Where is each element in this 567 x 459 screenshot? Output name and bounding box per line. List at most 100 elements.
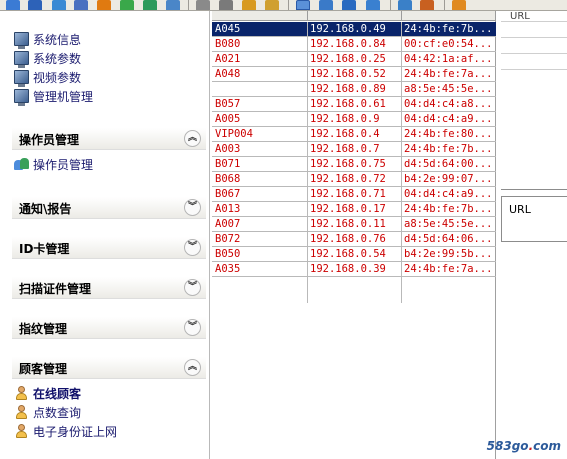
cell-ip: 192.168.0.84 bbox=[310, 38, 386, 50]
table-row[interactable]: B068 192.168.0.72 b4:2e:99:07... bbox=[212, 172, 496, 187]
map-icon[interactable] bbox=[319, 0, 333, 10]
section-header-notifications[interactable]: 通知\报告 ︾ bbox=[12, 197, 206, 219]
tools-icon[interactable] bbox=[420, 0, 434, 10]
table-row[interactable]: A013 192.168.0.17 24:4b:fe:7b... bbox=[212, 202, 496, 217]
table-row[interactable]: B071 192.168.0.75 d4:5d:64:00... bbox=[212, 157, 496, 172]
cell-mac: a8:5e:45:5e... bbox=[404, 83, 493, 95]
app-window: 系统信息 系统参数 视频参数 管理机管理 操作员管理 ︽ 操作员管理 通知\报告… bbox=[0, 0, 567, 459]
url-column-header[interactable]: URL bbox=[510, 11, 530, 22]
table-row[interactable]: B057 192.168.0.61 04:d4:c4:a8... bbox=[212, 97, 496, 112]
column-header-mac[interactable] bbox=[402, 11, 496, 20]
cell-mac: 24:4b:fe:7a... bbox=[404, 263, 493, 275]
monitor-icon bbox=[14, 32, 29, 49]
cell-mac: 04:d4:c4:a8... bbox=[404, 98, 493, 110]
cell-mac: 04:d4:c4:a9... bbox=[404, 188, 493, 200]
column-divider bbox=[307, 22, 308, 303]
table-row[interactable]: A035 192.168.0.39 24:4b:fe:7a... bbox=[212, 262, 496, 277]
section-header-operators[interactable]: 操作员管理 ︽ bbox=[12, 128, 206, 150]
toolbar-separator bbox=[444, 0, 445, 10]
section-header-customers[interactable]: 顾客管理 ︽ bbox=[12, 357, 206, 379]
table-row[interactable]: VIP004 192.168.0.4 24:4b:fe:80... bbox=[212, 127, 496, 142]
column-header-name[interactable] bbox=[212, 11, 308, 20]
chevron-down-icon[interactable]: ︾ bbox=[184, 279, 201, 296]
section-header-fingerprints[interactable]: 指纹管理 ︾ bbox=[12, 317, 206, 339]
refresh-icon[interactable] bbox=[52, 0, 66, 10]
cell-name: B067 bbox=[215, 188, 241, 200]
view-icon[interactable] bbox=[265, 0, 279, 10]
section-title: 操作员管理 bbox=[19, 133, 80, 147]
sidebar-item-label: 管理机管理 bbox=[33, 90, 94, 104]
close-icon[interactable] bbox=[452, 0, 466, 10]
table-body: A045 192.168.0.49 24:4b:fe:7b... B080 192.16… bbox=[212, 22, 496, 277]
chat-icon[interactable] bbox=[120, 0, 134, 10]
cell-mac: 24:4b:fe:7b... bbox=[404, 23, 493, 35]
table-row[interactable]: A048 192.168.0.52 24:4b:fe:7a... bbox=[212, 67, 496, 82]
person-icon bbox=[14, 405, 29, 419]
cell-ip: 192.168.0.54 bbox=[310, 248, 386, 260]
column-header-ip[interactable] bbox=[308, 11, 402, 20]
table-row[interactable]: B067 192.168.0.71 04:d4:c4:a9... bbox=[212, 187, 496, 202]
cell-ip: 192.168.0.75 bbox=[310, 158, 386, 170]
table-row[interactable]: B072 192.168.0.76 d4:5d:64:06... bbox=[212, 232, 496, 247]
toolbar-separator bbox=[188, 0, 189, 10]
table-row[interactable]: A003 192.168.0.7 24:4b:fe:7b... bbox=[212, 142, 496, 157]
watermark-text: com bbox=[533, 439, 561, 453]
table-row[interactable]: A045 192.168.0.49 24:4b:fe:7b... bbox=[212, 22, 496, 37]
cell-mac: d4:5d:64:00... bbox=[404, 158, 493, 170]
cell-ip: 192.168.0.25 bbox=[310, 53, 386, 65]
monitor-icon bbox=[14, 70, 29, 87]
grid-line bbox=[501, 53, 567, 54]
toolbar-separator bbox=[390, 0, 391, 10]
search-icon[interactable] bbox=[398, 0, 412, 10]
table-row[interactable]: B080 192.168.0.84 00:cf:e0:54... bbox=[212, 37, 496, 52]
section-header-id-cards[interactable]: ID卡管理 ︾ bbox=[12, 237, 206, 259]
monitor-icon bbox=[14, 89, 29, 106]
chevron-up-icon[interactable]: ︽ bbox=[184, 359, 201, 376]
mail-icon[interactable] bbox=[28, 0, 42, 10]
camera-icon[interactable] bbox=[196, 0, 210, 10]
cell-mac: a8:5e:45:5e... bbox=[404, 218, 493, 230]
cell-mac: 24:4b:fe:7b... bbox=[404, 203, 493, 215]
upload-icon[interactable] bbox=[219, 0, 233, 10]
cell-name: A013 bbox=[215, 203, 241, 215]
table-row[interactable]: A007 192.168.0.11 a8:5e:45:5e... bbox=[212, 217, 496, 232]
phone-icon[interactable] bbox=[97, 0, 111, 10]
sidebar: 系统信息 系统参数 视频参数 管理机管理 操作员管理 ︽ 操作员管理 通知\报告… bbox=[0, 11, 210, 459]
cell-name: B050 bbox=[215, 248, 241, 260]
cell-ip: 192.168.0.7 bbox=[310, 143, 380, 155]
chevron-down-icon[interactable]: ︾ bbox=[184, 199, 201, 216]
settings-icon[interactable] bbox=[366, 0, 380, 10]
watermark: 583go.com bbox=[487, 439, 561, 453]
chevron-down-icon[interactable]: ︾ bbox=[184, 319, 201, 336]
printer-icon[interactable] bbox=[166, 0, 180, 10]
sidebar-item-label: 操作员管理 bbox=[33, 158, 94, 172]
table-row[interactable]: B050 192.168.0.54 b4:2e:99:5b... bbox=[212, 247, 496, 262]
network-icon[interactable] bbox=[74, 0, 88, 10]
cell-mac: 00:cf:e0:54... bbox=[404, 38, 493, 50]
section-header-scan-documents[interactable]: 扫描证件管理 ︾ bbox=[12, 277, 206, 299]
sidebar-item-label: 系统参数 bbox=[33, 52, 82, 66]
window-icon[interactable] bbox=[6, 0, 20, 10]
cell-ip: 192.168.0.72 bbox=[310, 173, 386, 185]
cell-ip: 192.168.0.61 bbox=[310, 98, 386, 110]
person-icon bbox=[14, 386, 29, 400]
grid-icon[interactable] bbox=[296, 0, 310, 10]
cell-ip: 192.168.0.49 bbox=[310, 23, 386, 35]
url-header[interactable]: URL bbox=[509, 203, 531, 216]
cell-name: B068 bbox=[215, 173, 241, 185]
cell-name: A003 bbox=[215, 143, 241, 155]
export-icon[interactable] bbox=[342, 0, 356, 10]
table-row[interactable]: A005 192.168.0.9 04:d4:c4:a9... bbox=[212, 112, 496, 127]
section-title: ID卡管理 bbox=[19, 242, 70, 256]
toolbar-separator bbox=[288, 0, 289, 10]
chevron-up-icon[interactable]: ︽ bbox=[184, 130, 201, 147]
lock-icon[interactable] bbox=[143, 0, 157, 10]
chevron-down-icon[interactable]: ︾ bbox=[184, 239, 201, 256]
table-row[interactable]: 192.168.0.89 a8:5e:45:5e... bbox=[212, 82, 496, 97]
cell-name: B080 bbox=[215, 38, 241, 50]
cell-mac: 24:4b:fe:7b... bbox=[404, 143, 493, 155]
table-row[interactable]: A021 192.168.0.25 04:42:1a:af... bbox=[212, 52, 496, 67]
sidebar-item-label: 视频参数 bbox=[33, 71, 82, 85]
download-icon[interactable] bbox=[242, 0, 256, 10]
column-divider bbox=[401, 22, 402, 303]
